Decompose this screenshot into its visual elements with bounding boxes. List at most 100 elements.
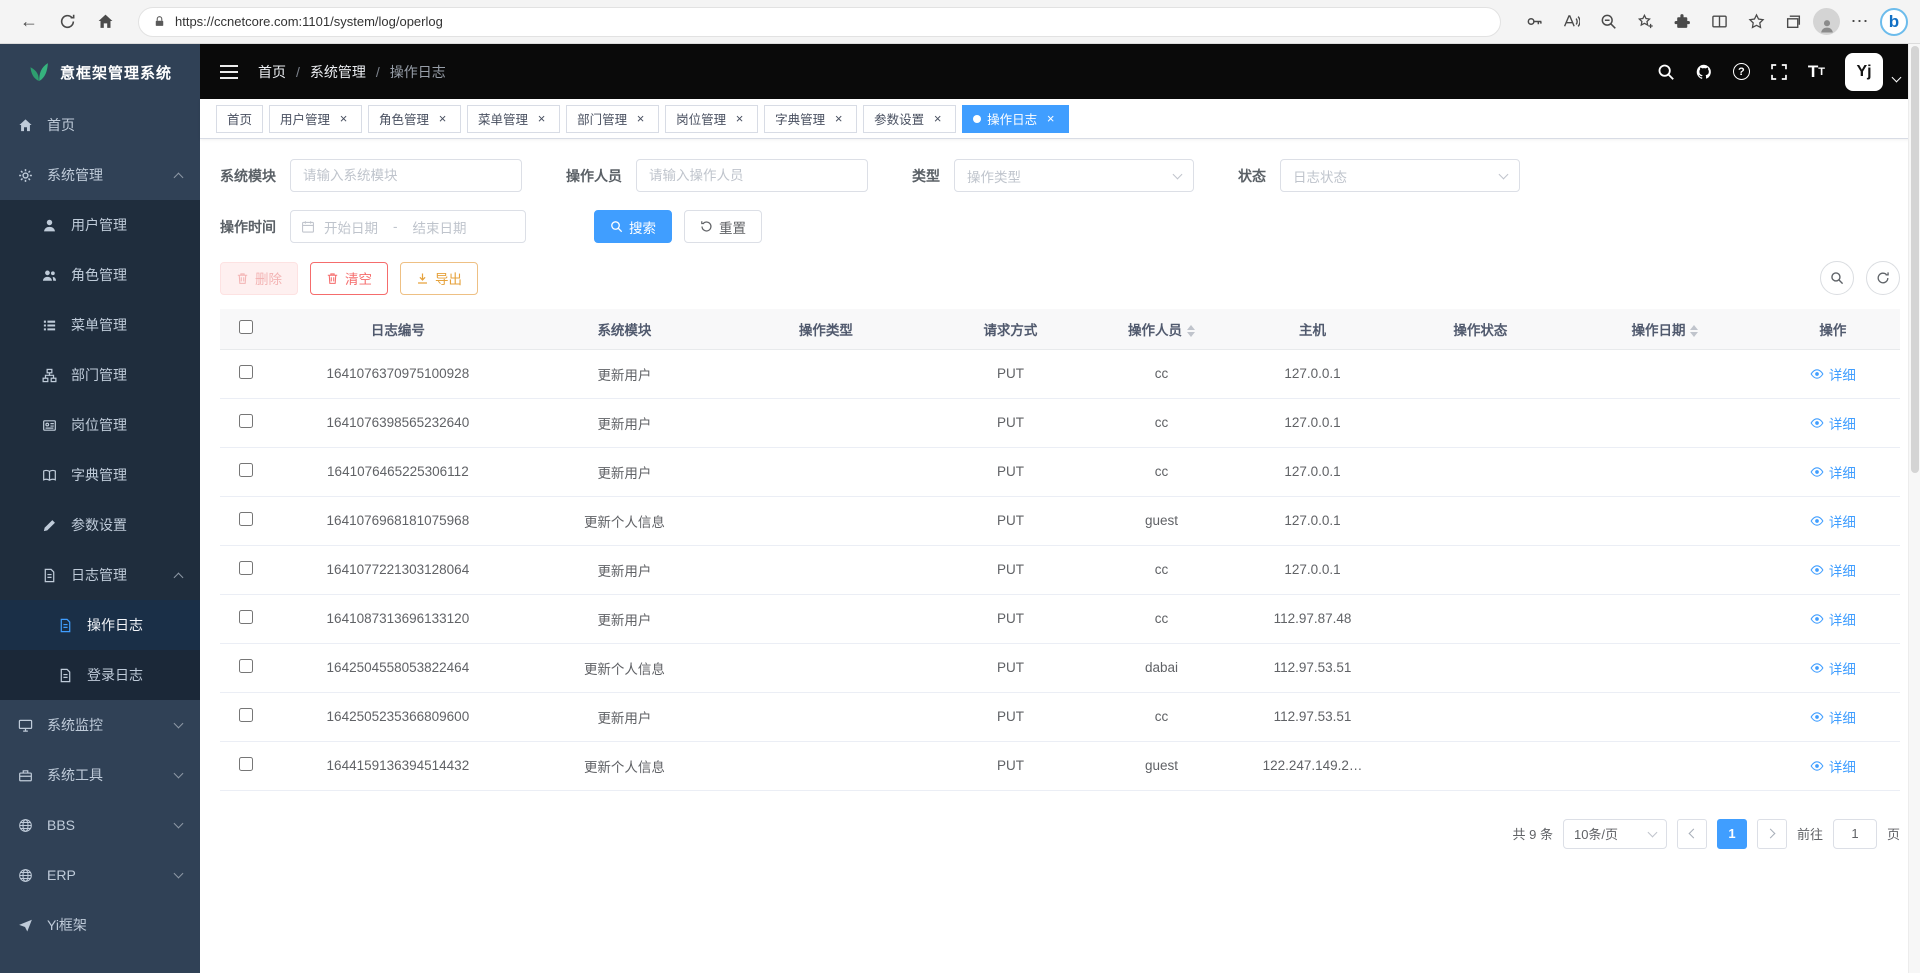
browser-refresh-icon[interactable] [50,6,84,38]
fullscreen-icon[interactable] [1770,63,1788,81]
type-select[interactable]: 操作类型 [954,159,1194,192]
search-button[interactable]: 搜索 [594,210,672,243]
sidebar-item-bbs[interactable]: BBS [0,800,200,850]
tab-role[interactable]: 角色管理 × [368,105,461,133]
row-checkbox[interactable] [239,659,253,673]
tab-config[interactable]: 参数设置 × [863,105,956,133]
sidebar-item-dept[interactable]: 部门管理 [0,350,200,400]
tab-close-icon[interactable]: × [930,111,945,126]
avatar-caret-icon[interactable] [1892,73,1902,83]
detail-link[interactable]: 详细 [1810,707,1856,727]
tab-post[interactable]: 岗位管理 × [665,105,758,133]
sidebar-item-menu[interactable]: 菜单管理 [0,300,200,350]
date-range-picker[interactable]: 开始日期 - 结束日期 [290,210,526,243]
row-checkbox[interactable] [239,610,253,624]
current-page-button[interactable]: 1 [1717,819,1747,849]
tab-close-icon[interactable]: × [336,111,351,126]
scrollbar[interactable] [1908,44,1920,973]
favorites-icon[interactable] [1739,6,1773,38]
zoom-out-icon[interactable] [1591,6,1625,38]
next-page-button[interactable] [1757,819,1787,849]
sidebar-item-erp[interactable]: ERP [0,850,200,900]
detail-link[interactable]: 详细 [1810,364,1856,384]
header-operator[interactable]: 操作人员 [1094,309,1228,349]
tab-dept[interactable]: 部门管理 × [566,105,659,133]
sidebar-toggle-icon[interactable] [220,65,238,79]
sidebar-item-log[interactable]: 日志管理 [0,550,200,600]
module-input[interactable] [290,159,522,192]
sort-icon[interactable] [1187,325,1195,337]
export-button[interactable]: 导出 [400,262,478,295]
operator-input[interactable] [636,159,868,192]
page-size-select[interactable]: 10条/页 [1563,819,1667,849]
browser-profile-avatar[interactable] [1813,8,1840,35]
sidebar-item-role[interactable]: 角色管理 [0,250,200,300]
row-checkbox[interactable] [239,708,253,722]
row-checkbox[interactable] [239,757,253,771]
select-all-checkbox[interactable] [239,320,253,334]
tab-dict[interactable]: 字典管理 × [764,105,857,133]
sidebar-item-dict[interactable]: 字典管理 [0,450,200,500]
tab-operlog[interactable]: 操作日志 × [962,105,1069,133]
add-favorite-icon[interactable] [1628,6,1662,38]
detail-link[interactable]: 详细 [1810,560,1856,580]
prev-page-button[interactable] [1677,819,1707,849]
sidebar-item-home[interactable]: 首页 [0,100,200,150]
browser-back-icon[interactable]: ← [12,6,46,38]
sidebar-item-post[interactable]: 岗位管理 [0,400,200,450]
breadcrumb-item[interactable]: 系统管理 [310,62,366,82]
refresh-table-button[interactable] [1866,261,1900,295]
scrollbar-thumb[interactable] [1911,46,1919,473]
tab-close-icon[interactable]: × [831,111,846,126]
sidebar-item-tool[interactable]: 系统工具 [0,750,200,800]
goto-page-input[interactable] [1833,819,1877,849]
row-checkbox[interactable] [239,463,253,477]
collections-icon[interactable] [1776,6,1810,38]
tab-close-icon[interactable]: × [534,111,549,126]
user-avatar[interactable]: Yj [1845,53,1883,91]
status-select[interactable]: 日志状态 [1280,159,1520,192]
sidebar-item-user[interactable]: 用户管理 [0,200,200,250]
detail-link[interactable]: 详细 [1810,658,1856,678]
password-key-icon[interactable] [1517,6,1551,38]
tab-user[interactable]: 用户管理 × [269,105,362,133]
detail-link[interactable]: 详细 [1810,413,1856,433]
tab-home[interactable]: 首页 [216,105,263,133]
sort-icon[interactable] [1690,325,1698,337]
clear-button[interactable]: 清空 [310,262,388,295]
sidebar-item-operlog[interactable]: 操作日志 [0,600,200,650]
detail-link[interactable]: 详细 [1810,756,1856,776]
row-checkbox[interactable] [239,561,253,575]
address-bar[interactable]: https://ccnetcore.com:1101/system/log/op… [138,7,1501,37]
detail-link[interactable]: 详细 [1810,462,1856,482]
help-icon[interactable]: ? [1733,63,1750,80]
sidebar-item-system[interactable]: 系统管理 [0,150,200,200]
sidebar-item-config[interactable]: 参数设置 [0,500,200,550]
browser-home-icon[interactable] [88,6,122,38]
reset-button[interactable]: 重置 [684,210,762,243]
sidebar-item-monitor[interactable]: 系统监控 [0,700,200,750]
bing-icon[interactable]: b [1880,8,1908,36]
delete-button[interactable]: 删除 [220,262,298,295]
header-search-icon[interactable] [1657,63,1675,81]
browser-menu-icon[interactable]: ⋯ [1843,6,1877,38]
header-date[interactable]: 操作日期 [1564,309,1765,349]
sidebar-item-loginlog[interactable]: 登录日志 [0,650,200,700]
detail-link[interactable]: 详细 [1810,609,1856,629]
row-checkbox[interactable] [239,414,253,428]
tab-close-icon[interactable]: × [633,111,648,126]
row-checkbox[interactable] [239,365,253,379]
github-icon[interactable] [1695,63,1713,81]
split-screen-icon[interactable] [1702,6,1736,38]
tab-close-icon[interactable]: × [435,111,450,126]
breadcrumb-item[interactable]: 首页 [258,62,286,82]
read-aloud-icon[interactable] [1554,6,1588,38]
font-size-icon[interactable]: TT [1808,62,1825,82]
detail-link[interactable]: 详细 [1810,511,1856,531]
toggle-search-button[interactable] [1820,261,1854,295]
tab-close-icon[interactable]: × [732,111,747,126]
tab-close-icon[interactable]: × [1043,111,1058,126]
row-checkbox[interactable] [239,512,253,526]
extensions-icon[interactable] [1665,6,1699,38]
sidebar-item-yiframe[interactable]: Yi框架 [0,900,200,950]
